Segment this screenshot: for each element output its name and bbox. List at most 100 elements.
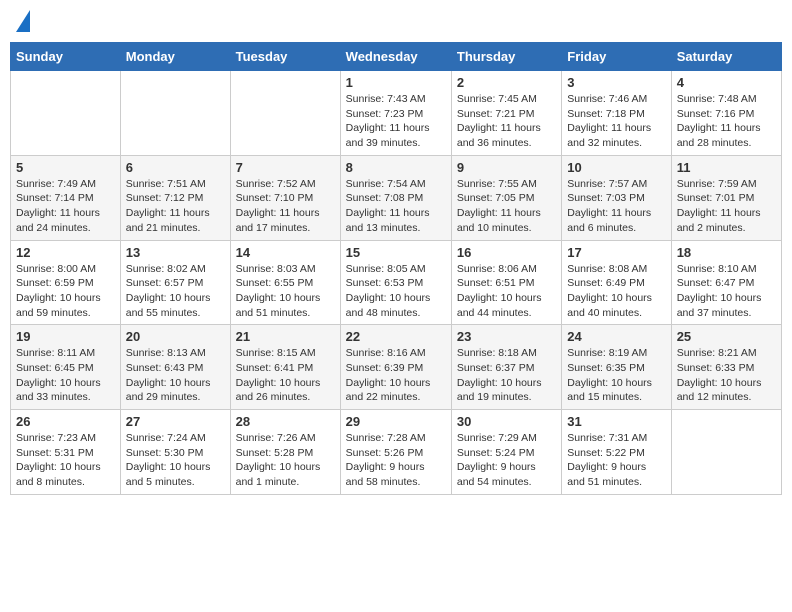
header-sunday: Sunday (11, 43, 121, 71)
day-info: Sunrise: 8:13 AM Sunset: 6:43 PM Dayligh… (126, 346, 225, 405)
day-info: Sunrise: 8:10 AM Sunset: 6:47 PM Dayligh… (677, 262, 776, 321)
day-cell: 6 Sunrise: 7:51 AM Sunset: 7:12 PM Daylig… (120, 155, 230, 240)
day-cell: 4 Sunrise: 7:48 AM Sunset: 7:16 PM Daylig… (671, 71, 781, 156)
day-info: Sunrise: 8:08 AM Sunset: 6:49 PM Dayligh… (567, 262, 665, 321)
day-info: Sunrise: 8:16 AM Sunset: 6:39 PM Dayligh… (346, 346, 446, 405)
day-number: 31 (567, 414, 665, 429)
day-cell: 16 Sunrise: 8:06 AM Sunset: 6:51 PM Dayli… (451, 240, 561, 325)
day-info: Sunrise: 8:21 AM Sunset: 6:33 PM Dayligh… (677, 346, 776, 405)
day-number: 1 (346, 75, 446, 90)
day-info: Sunrise: 8:19 AM Sunset: 6:35 PM Dayligh… (567, 346, 665, 405)
day-number: 29 (346, 414, 446, 429)
day-info: Sunrise: 7:52 AM Sunset: 7:10 PM Dayligh… (236, 177, 335, 236)
day-cell: 5 Sunrise: 7:49 AM Sunset: 7:14 PM Daylig… (11, 155, 121, 240)
logo-triangle-icon (16, 10, 30, 32)
day-cell (230, 71, 340, 156)
day-cell: 19 Sunrise: 8:11 AM Sunset: 6:45 PM Dayli… (11, 325, 121, 410)
day-info: Sunrise: 7:23 AM Sunset: 5:31 PM Dayligh… (16, 431, 115, 490)
week-row-3: 12 Sunrise: 8:00 AM Sunset: 6:59 PM Dayli… (11, 240, 782, 325)
day-info: Sunrise: 7:26 AM Sunset: 5:28 PM Dayligh… (236, 431, 335, 490)
day-number: 7 (236, 160, 335, 175)
day-info: Sunrise: 7:46 AM Sunset: 7:18 PM Dayligh… (567, 92, 665, 151)
day-cell: 31 Sunrise: 7:31 AM Sunset: 5:22 PM Dayli… (562, 410, 671, 495)
day-number: 23 (457, 329, 556, 344)
day-number: 9 (457, 160, 556, 175)
day-number: 3 (567, 75, 665, 90)
header-saturday: Saturday (671, 43, 781, 71)
day-cell (120, 71, 230, 156)
day-info: Sunrise: 8:05 AM Sunset: 6:53 PM Dayligh… (346, 262, 446, 321)
day-number: 4 (677, 75, 776, 90)
day-number: 16 (457, 245, 556, 260)
day-cell: 2Sunrise: 7:45 AM Sunset: 7:21 PM Daylig… (451, 71, 561, 156)
day-number: 6 (126, 160, 225, 175)
day-cell: 10 Sunrise: 7:57 AM Sunset: 7:03 PM Dayli… (562, 155, 671, 240)
week-row-2: 5 Sunrise: 7:49 AM Sunset: 7:14 PM Daylig… (11, 155, 782, 240)
day-number: 22 (346, 329, 446, 344)
day-info: Sunrise: 8:06 AM Sunset: 6:51 PM Dayligh… (457, 262, 556, 321)
day-number: 20 (126, 329, 225, 344)
day-number: 11 (677, 160, 776, 175)
day-cell: 13 Sunrise: 8:02 AM Sunset: 6:57 PM Dayli… (120, 240, 230, 325)
day-cell: 25 Sunrise: 8:21 AM Sunset: 6:33 PM Dayli… (671, 325, 781, 410)
day-cell: 20 Sunrise: 8:13 AM Sunset: 6:43 PM Dayli… (120, 325, 230, 410)
day-number: 12 (16, 245, 115, 260)
day-info: Sunrise: 7:59 AM Sunset: 7:01 PM Dayligh… (677, 177, 776, 236)
day-number: 25 (677, 329, 776, 344)
day-cell: 29 Sunrise: 7:28 AM Sunset: 5:26 PM Dayli… (340, 410, 451, 495)
day-cell: 7 Sunrise: 7:52 AM Sunset: 7:10 PM Daylig… (230, 155, 340, 240)
day-info: Sunrise: 7:51 AM Sunset: 7:12 PM Dayligh… (126, 177, 225, 236)
day-number: 21 (236, 329, 335, 344)
day-number: 5 (16, 160, 115, 175)
day-info: Sunrise: 8:02 AM Sunset: 6:57 PM Dayligh… (126, 262, 225, 321)
day-cell: 1 Sunrise: 7:43 AM Sunset: 7:23 PM Daylig… (340, 71, 451, 156)
day-number: 18 (677, 245, 776, 260)
day-info: Sunrise: 7:54 AM Sunset: 7:08 PM Dayligh… (346, 177, 446, 236)
day-number: 28 (236, 414, 335, 429)
day-info: Sunrise: 7:28 AM Sunset: 5:26 PM Dayligh… (346, 431, 446, 490)
day-info: Sunrise: 7:49 AM Sunset: 7:14 PM Dayligh… (16, 177, 115, 236)
page-header (10, 10, 782, 34)
day-info: Sunrise: 7:45 AM Sunset: 7:21 PM Dayligh… (457, 92, 556, 151)
week-row-1: 1 Sunrise: 7:43 AM Sunset: 7:23 PM Daylig… (11, 71, 782, 156)
day-info: Sunrise: 8:15 AM Sunset: 6:41 PM Dayligh… (236, 346, 335, 405)
day-number: 30 (457, 414, 556, 429)
day-cell: 22 Sunrise: 8:16 AM Sunset: 6:39 PM Dayli… (340, 325, 451, 410)
day-cell (11, 71, 121, 156)
header-monday: Monday (120, 43, 230, 71)
day-cell: 23Sunrise: 8:18 AM Sunset: 6:37 PM Dayli… (451, 325, 561, 410)
day-cell: 30Sunrise: 7:29 AM Sunset: 5:24 PM Dayli… (451, 410, 561, 495)
day-cell: 21 Sunrise: 8:15 AM Sunset: 6:41 PM Dayli… (230, 325, 340, 410)
day-cell: 11 Sunrise: 7:59 AM Sunset: 7:01 PM Dayli… (671, 155, 781, 240)
day-number: 13 (126, 245, 225, 260)
day-cell: 24 Sunrise: 8:19 AM Sunset: 6:35 PM Dayli… (562, 325, 671, 410)
day-number: 8 (346, 160, 446, 175)
header-tuesday: Tuesday (230, 43, 340, 71)
logo (14, 10, 30, 34)
calendar-table: SundayMondayTuesdayWednesdayThursdayFrid… (10, 42, 782, 495)
day-info: Sunrise: 7:31 AM Sunset: 5:22 PM Dayligh… (567, 431, 665, 490)
header-thursday: Thursday (451, 43, 561, 71)
day-info: Sunrise: 8:03 AM Sunset: 6:55 PM Dayligh… (236, 262, 335, 321)
day-number: 24 (567, 329, 665, 344)
header-wednesday: Wednesday (340, 43, 451, 71)
day-info: Sunrise: 7:55 AM Sunset: 7:05 PM Dayligh… (457, 177, 556, 236)
day-info: Sunrise: 7:43 AM Sunset: 7:23 PM Dayligh… (346, 92, 446, 151)
day-number: 10 (567, 160, 665, 175)
day-info: Sunrise: 7:57 AM Sunset: 7:03 PM Dayligh… (567, 177, 665, 236)
day-number: 19 (16, 329, 115, 344)
day-number: 26 (16, 414, 115, 429)
header-friday: Friday (562, 43, 671, 71)
day-number: 15 (346, 245, 446, 260)
calendar-header-row: SundayMondayTuesdayWednesdayThursdayFrid… (11, 43, 782, 71)
day-number: 14 (236, 245, 335, 260)
day-cell: 27Sunrise: 7:24 AM Sunset: 5:30 PM Dayli… (120, 410, 230, 495)
day-cell: 15 Sunrise: 8:05 AM Sunset: 6:53 PM Dayli… (340, 240, 451, 325)
day-info: Sunrise: 8:11 AM Sunset: 6:45 PM Dayligh… (16, 346, 115, 405)
day-cell: 17Sunrise: 8:08 AM Sunset: 6:49 PM Dayli… (562, 240, 671, 325)
day-info: Sunrise: 7:48 AM Sunset: 7:16 PM Dayligh… (677, 92, 776, 151)
day-number: 27 (126, 414, 225, 429)
day-info: Sunrise: 8:00 AM Sunset: 6:59 PM Dayligh… (16, 262, 115, 321)
day-cell: 26 Sunrise: 7:23 AM Sunset: 5:31 PM Dayli… (11, 410, 121, 495)
week-row-5: 26 Sunrise: 7:23 AM Sunset: 5:31 PM Dayli… (11, 410, 782, 495)
